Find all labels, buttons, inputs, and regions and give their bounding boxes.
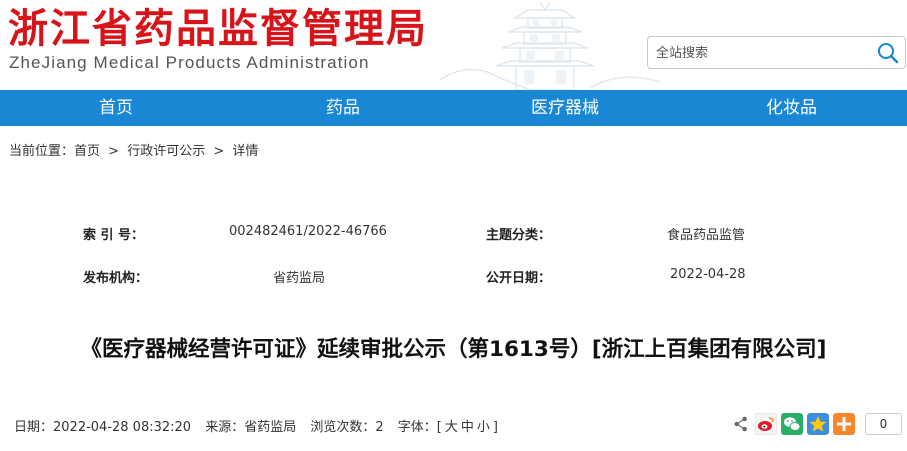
breadcrumb-current: 详情 [232, 144, 259, 159]
font-size-large-link[interactable]: 大 [445, 420, 458, 435]
nav-item-drugs[interactable]: 药品 [232, 90, 454, 126]
site-logo-title[interactable]: 浙江省药品监督管理局 [8, 6, 428, 52]
index-number-label: 索 引 号： [83, 228, 145, 243]
search-box [647, 36, 906, 69]
more-share-icon[interactable] [833, 413, 855, 435]
breadcrumb-link-home[interactable]: 首页 [74, 144, 100, 159]
article-source: 来源：省药监局 [205, 420, 297, 435]
font-size-small-link[interactable]: 小 [477, 420, 490, 435]
article-views: 浏览次数：2 [310, 420, 384, 435]
nav-item-home[interactable]: 首页 [0, 90, 232, 126]
search-input[interactable] [656, 43, 866, 63]
publish-date-label: 公开日期： [486, 271, 552, 286]
wechat-icon[interactable] [781, 413, 803, 435]
main-nav: 首页 药品 医疗器械 化妆品 [0, 90, 907, 126]
category-label: 主题分类： [486, 228, 552, 243]
font-size-label-end: ] [492, 420, 498, 435]
font-size-label: 字体：[ [397, 420, 442, 435]
category-value: 食品药品监管 [667, 228, 746, 243]
share-count-badge: 0 [865, 413, 902, 435]
site-logo-subtitle: ZheJiang Medical Products Administration [9, 53, 370, 72]
breadcrumb: 当前位置：首页 > 行政许可公示 > 详情 [9, 140, 262, 159]
nav-item-cosmetics[interactable]: 化妆品 [676, 90, 907, 126]
article-date: 日期：2022-04-28 08:32:20 [14, 420, 192, 435]
publish-date-value: 2022-04-28 [670, 267, 746, 282]
pagoda-watermark-icon [439, 1, 661, 90]
publisher-label: 发布机构： [83, 271, 149, 286]
font-size-medium-link[interactable]: 中 [461, 420, 474, 435]
weibo-icon[interactable] [755, 413, 777, 435]
breadcrumb-link-admin-permit[interactable]: 行政许可公示 [127, 144, 205, 159]
share-icon[interactable] [733, 416, 749, 432]
article-info-bar: 日期：2022-04-28 08:32:20 来源：省药监局 浏览次数：2 字体… [14, 416, 508, 435]
breadcrumb-separator: > [213, 144, 225, 159]
site-header: 浙江省药品监督管理局 ZheJiang Medical Products Adm… [0, 0, 907, 90]
article-title: 《医疗器械经营许可证》延续审批公示（第1613号）[浙江上百集团有限公司] [80, 337, 827, 362]
breadcrumb-separator: > [108, 144, 120, 159]
qzone-icon[interactable] [807, 413, 829, 435]
nav-item-medical-devices[interactable]: 医疗器械 [454, 90, 676, 126]
share-bar: 0 [733, 412, 902, 436]
publisher-value: 省药监局 [273, 271, 326, 286]
index-number-value: 002482461/2022-46766 [229, 224, 387, 239]
breadcrumb-prefix: 当前位置： [9, 144, 75, 159]
search-icon[interactable] [877, 42, 899, 64]
